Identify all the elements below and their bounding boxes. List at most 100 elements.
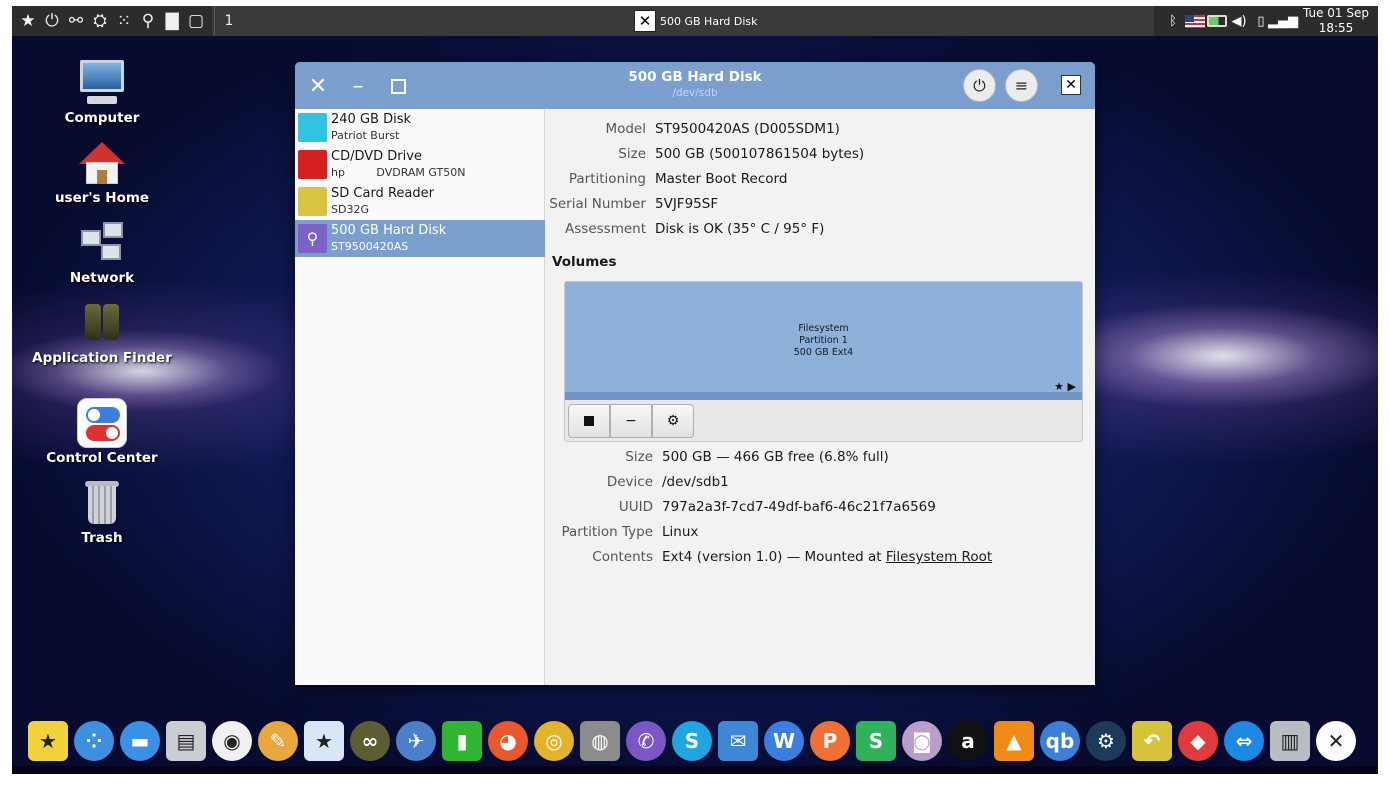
clock[interactable]: Tue 01 Sep 18:55 — [1294, 6, 1378, 36]
wps-writer-icon[interactable]: W — [764, 721, 804, 761]
network-icon[interactable]: ⁙ — [112, 9, 136, 33]
teamviewer-icon[interactable]: ⇔ — [1224, 721, 1264, 761]
desktop-icon-trash[interactable]: Trash — [22, 478, 182, 547]
file-cabinet-icon[interactable]: ▤ — [166, 721, 206, 761]
disks-window: ✕ – 500 GB Hard Disk /dev/sdb ⏻ ≡ ✕ 240 … — [295, 62, 1095, 685]
wps-presentation-icon[interactable]: P — [810, 721, 850, 761]
delete-partition-button[interactable]: − — [610, 404, 652, 438]
serial-value: 5VJF95SF — [655, 196, 719, 212]
dock-glyph: ◉ — [223, 729, 241, 753]
dock-glyph: ⚙ — [1097, 729, 1115, 753]
desktop-icon-application-finder[interactable]: Application Finder — [22, 298, 182, 367]
drive-item[interactable]: SD Card Reader SD32G — [295, 183, 545, 220]
drive-item-selected[interactable]: ⚲ 500 GB Hard Disk ST9500420AS — [295, 220, 545, 257]
partition-block[interactable]: Filesystem Partition 1 500 GB Ext4 ★ ▶ — [565, 282, 1082, 400]
firefox-icon[interactable]: ◕ — [488, 721, 528, 761]
favorites-star-icon[interactable]: ★ — [28, 721, 68, 761]
desktop-icon-control-center[interactable]: Control Center — [22, 398, 182, 467]
dock-glyph: ✎ — [269, 729, 287, 753]
rocket-icon[interactable]: ✈ — [396, 721, 436, 761]
desktop-screen: ★ ⏻ ⚯ ⛭ ⁙ ⚲ ▇ ▢ 1 ✕ 500 GB Hard Disk ᛒ ◀… — [12, 6, 1378, 774]
star-icon[interactable]: ★ — [16, 9, 40, 33]
search-icon[interactable]: ⚲ — [136, 9, 160, 33]
desktop-window-icon[interactable]: ▬ — [120, 721, 160, 761]
clock-date: Tue 01 Sep — [1302, 6, 1369, 20]
mail-icon[interactable]: ✉ — [718, 721, 758, 761]
drive-item[interactable]: 240 GB Disk Patriot Burst — [295, 109, 545, 146]
desktop-icon[interactable]: ▢ — [184, 9, 208, 33]
filesystem-root-link[interactable]: Filesystem Root — [886, 549, 992, 565]
dock-glyph: ⁘ — [85, 729, 103, 753]
contents-label: Contents — [592, 549, 653, 565]
partition-size-value: 500 GB — 466 GB free (6.8% full) — [662, 449, 889, 465]
control-center-icon[interactable]: ◉ — [212, 721, 252, 761]
backup-restore-icon[interactable]: ↶ — [1132, 721, 1172, 761]
power-off-button[interactable]: ⏻ — [963, 69, 996, 102]
settings-toggle-icon[interactable]: ⚯ — [64, 9, 88, 33]
dock-glyph: ↶ — [1143, 729, 1161, 753]
taskbar-button[interactable]: ✕ 500 GB Hard Disk — [634, 9, 758, 33]
software-store-icon[interactable]: ★ — [304, 721, 344, 761]
dock: ★ ⁘ ▬ ▤ ◉ ✎ ★ ∞ ✈ ▮ ◕ ◎ ◍ ✆ S ✉ W P S ◙ a ▲ qb ⚙ ↶ ◆ ⇔ ▥ ✕ — [12, 708, 1378, 774]
workspace-switcher[interactable]: 1 — [217, 13, 241, 29]
dock-glyph: ✉ — [729, 729, 747, 753]
window-titlebar[interactable]: ✕ – 500 GB Hard Disk /dev/sdb ⏻ ≡ ✕ — [295, 62, 1095, 109]
signal-icon[interactable]: ▂▄▆ — [1268, 10, 1298, 32]
network-icon — [77, 218, 127, 268]
chrome-icon[interactable]: ◎ — [534, 721, 574, 761]
disk-menu-button[interactable]: ≡ — [1005, 69, 1038, 102]
trash-icon[interactable]: ▥ — [1270, 721, 1310, 761]
drive-subtitle: Patriot Burst — [331, 129, 400, 142]
bluetooth-icon[interactable]: ᛒ — [1162, 10, 1184, 32]
drive-name: SD Card Reader — [331, 186, 434, 201]
dock-glyph: ★ — [315, 729, 333, 753]
partition-size-label: Size — [625, 449, 653, 465]
pipe-icon[interactable]: ▮ — [442, 721, 482, 761]
desktop-icon-network[interactable]: Network — [22, 218, 182, 287]
disk-details: Model ST9500420AS (D005SDM1) Size 500 GB… — [546, 109, 1095, 685]
folder-icon[interactable]: ▇ — [160, 9, 184, 33]
amazon-icon[interactable]: a — [948, 721, 988, 761]
steam-icon[interactable]: ⚙ — [1086, 721, 1126, 761]
skype-icon[interactable]: S — [672, 721, 712, 761]
unmount-button[interactable] — [568, 404, 610, 438]
dock-glyph: S — [868, 729, 884, 753]
binoculars-icon — [77, 298, 127, 348]
dock-glyph: S — [684, 729, 700, 753]
binoculars-icon[interactable]: ⛭ — [88, 9, 112, 33]
qbittorrent-icon[interactable]: qb — [1040, 721, 1080, 761]
wps-spreadsheet-icon[interactable]: S — [856, 721, 896, 761]
binoculars-icon[interactable]: ∞ — [350, 721, 390, 761]
serial-label: Serial Number — [549, 196, 646, 212]
desktop-icon-home[interactable]: user's Home — [22, 138, 182, 207]
dock-glyph: ◎ — [545, 729, 563, 753]
dock-glyph: ⇔ — [1235, 729, 1253, 753]
drive-subtitle: SD32G — [331, 203, 369, 216]
anydesk-icon[interactable]: ◆ — [1178, 721, 1218, 761]
viber-icon[interactable]: ✆ — [626, 721, 666, 761]
keyboard-layout-flag-icon[interactable] — [1184, 10, 1206, 32]
dock-glyph: ◆ — [1190, 729, 1206, 753]
app-grid-icon[interactable]: ⁘ — [74, 721, 114, 761]
battery-icon[interactable] — [1206, 10, 1228, 32]
system-tools-icon[interactable]: ✕ — [1316, 721, 1356, 761]
partition-options-button[interactable]: ⚙ — [652, 404, 694, 438]
sd-card-icon — [298, 187, 327, 216]
optical-drive-icon — [298, 150, 327, 179]
vlc-icon[interactable]: ▲ — [994, 721, 1034, 761]
partition-type-text: Filesystem — [798, 323, 849, 334]
color-palette-icon[interactable]: ✎ — [258, 721, 298, 761]
partitioning-label: Partitioning — [568, 171, 646, 187]
google-earth-pro-icon[interactable]: ◍ — [580, 721, 620, 761]
webcam-icon[interactable]: ◙ — [902, 721, 942, 761]
drive-item[interactable]: CD/DVD Drive hp DVDRAM GT50N — [295, 146, 545, 183]
partition-name-text: Partition 1 — [799, 335, 848, 346]
dock-glyph: ∞ — [361, 729, 379, 753]
volume-icon[interactable]: ◀) — [1228, 10, 1250, 32]
dock-glyph: ◍ — [591, 729, 609, 753]
desktop-icon-computer[interactable]: Computer — [22, 58, 182, 127]
dock-glyph: ▲ — [1006, 729, 1022, 753]
power-icon[interactable]: ⏻ — [40, 9, 64, 33]
drive-name: CD/DVD Drive — [331, 149, 422, 164]
hamburger-menu-icon: ≡ — [1014, 76, 1029, 95]
